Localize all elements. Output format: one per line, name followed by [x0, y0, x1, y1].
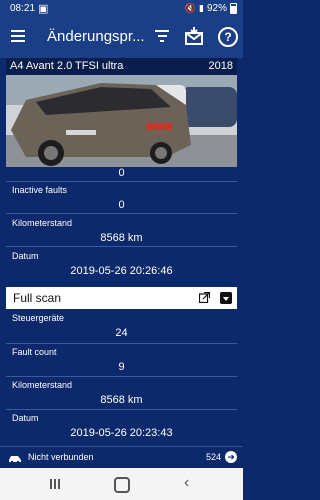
vehicle-header: A4 Avant 2.0 TFSI ultra 2018 [6, 58, 237, 75]
scan-mileage-label: Kilometerstand [12, 380, 73, 390]
home-icon[interactable] [114, 477, 130, 493]
mute-icon: 🔇 [184, 3, 197, 13]
car-icon [9, 456, 21, 463]
scan-mileage-value: 8568 km [100, 394, 143, 406]
scan-date-label: Datum [12, 413, 39, 423]
inactive-faults-label: Inactive faults [12, 185, 68, 195]
mileage-row: Kilometerstand 8568 km [6, 213, 237, 247]
inactive-faults-row: Inactive faults 0 [6, 181, 237, 214]
battery-percent: 92% [206, 3, 227, 14]
help-icon[interactable]: ? [218, 27, 238, 47]
page-title: Änderungspr... [47, 28, 145, 45]
status-bar: 08:21 ▣ 🔇 ▮ 92% [0, 0, 243, 18]
date-value: 2019-05-26 20:26:46 [70, 265, 173, 277]
mail-icon[interactable] [185, 27, 203, 45]
summary-top-value: 0 [118, 167, 125, 179]
arrow-right-icon[interactable]: ➜ [225, 451, 237, 463]
battery-icon [230, 3, 237, 14]
vehicle-photo [6, 75, 237, 167]
date-label: Datum [12, 251, 39, 261]
date-row: Datum 2019-05-26 20:26:46 [6, 246, 237, 281]
system-icons: 🔇 ▮ 92% [185, 3, 237, 14]
back-icon[interactable]: ‹ [184, 474, 189, 492]
scan-mileage-row: Kilometerstand 8568 km [6, 376, 237, 410]
full-scan-header[interactable]: Full scan [6, 287, 237, 309]
menu-icon[interactable] [11, 30, 25, 42]
system-nav-bar: ‹ [0, 468, 243, 500]
full-scan-title: Full scan [13, 291, 62, 305]
vehicle-card[interactable]: A4 Avant 2.0 TFSI ultra 2018 [6, 58, 237, 167]
signal-icon: ▮ [199, 3, 204, 13]
fault-count-row: Fault count 9 [6, 343, 237, 377]
filter-icon[interactable] [155, 30, 169, 45]
mileage-value: 8568 km [100, 232, 143, 244]
vehicle-year: 2018 [208, 60, 233, 72]
inactive-faults-value: 0 [118, 199, 125, 211]
mileage-label: Kilometerstand [12, 218, 73, 228]
open-external-icon[interactable] [199, 292, 210, 303]
recent-apps-icon[interactable] [50, 479, 62, 489]
download-icon[interactable] [220, 292, 232, 304]
fault-count-label: Fault count [12, 347, 57, 357]
controllers-row: Steuergeräte 24 [6, 309, 237, 343]
connection-status: Nicht verbunden [28, 452, 94, 462]
fault-count-value: 9 [118, 361, 125, 373]
summary-top-row: 0 [6, 167, 237, 181]
connection-status-bar: Nicht verbunden 524 ➜ [0, 446, 243, 469]
scan-date-value: 2019-05-26 20:23:43 [70, 427, 173, 439]
app-bar: Änderungspr... ? [0, 18, 243, 58]
vehicle-model: A4 Avant 2.0 TFSI ultra [10, 60, 124, 72]
scan-date-row: Datum 2019-05-26 20:23:43 [6, 409, 237, 447]
controllers-label: Steuergeräte [12, 313, 65, 323]
record-count: 524 [205, 452, 221, 462]
controllers-value: 24 [115, 327, 128, 339]
notification-icon: ▣ [38, 3, 49, 15]
status-time: 08:21 [10, 3, 36, 14]
